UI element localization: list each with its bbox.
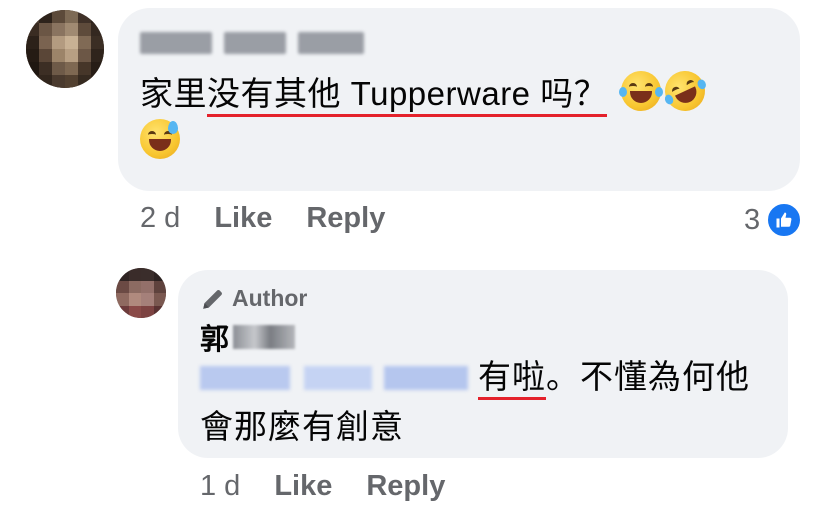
comment-text: 家里没有其他 Tupperware 吗？ (140, 64, 790, 166)
pencil-icon (203, 289, 222, 309)
reply-reply-button[interactable]: Reply (366, 470, 445, 503)
author-badge: Author (200, 285, 307, 312)
reply-text-underlined: 有啦 (478, 358, 546, 400)
rolling-on-floor-laughing-icon (658, 64, 712, 118)
comment-text-underlined: 没有其他 Tupperware 吗？ (207, 75, 608, 117)
author-badge-label: Author (232, 285, 308, 311)
reaction-count: 3 (744, 203, 761, 236)
reaction-summary[interactable]: 3 (744, 202, 803, 238)
comment-actions: 2 d Like Reply (140, 202, 419, 235)
commenter-avatar[interactable] (26, 10, 104, 88)
like-button[interactable]: Like (214, 202, 272, 235)
mention-tag-blurred[interactable] (200, 366, 468, 390)
thumbs-up-icon (766, 202, 803, 238)
reply-text: 有啦。不懂為何他會那麼有創意 (200, 352, 780, 452)
comment-text-plain: 家里 (140, 75, 207, 112)
face-with-tears-of-joy-icon (618, 71, 663, 111)
reply-button[interactable]: Reply (306, 202, 385, 235)
commenter-name-blurred[interactable] (140, 30, 364, 56)
reply-actions: 1 d Like Reply (200, 470, 479, 503)
grinning-face-with-sweat-icon (140, 119, 180, 159)
reply-author-name-blurred (233, 325, 296, 349)
comment-timestamp[interactable]: 2 d (140, 202, 180, 235)
reply-timestamp[interactable]: 1 d (200, 470, 240, 503)
reply-author-avatar[interactable] (116, 268, 166, 318)
reply-like-button[interactable]: Like (274, 470, 332, 503)
